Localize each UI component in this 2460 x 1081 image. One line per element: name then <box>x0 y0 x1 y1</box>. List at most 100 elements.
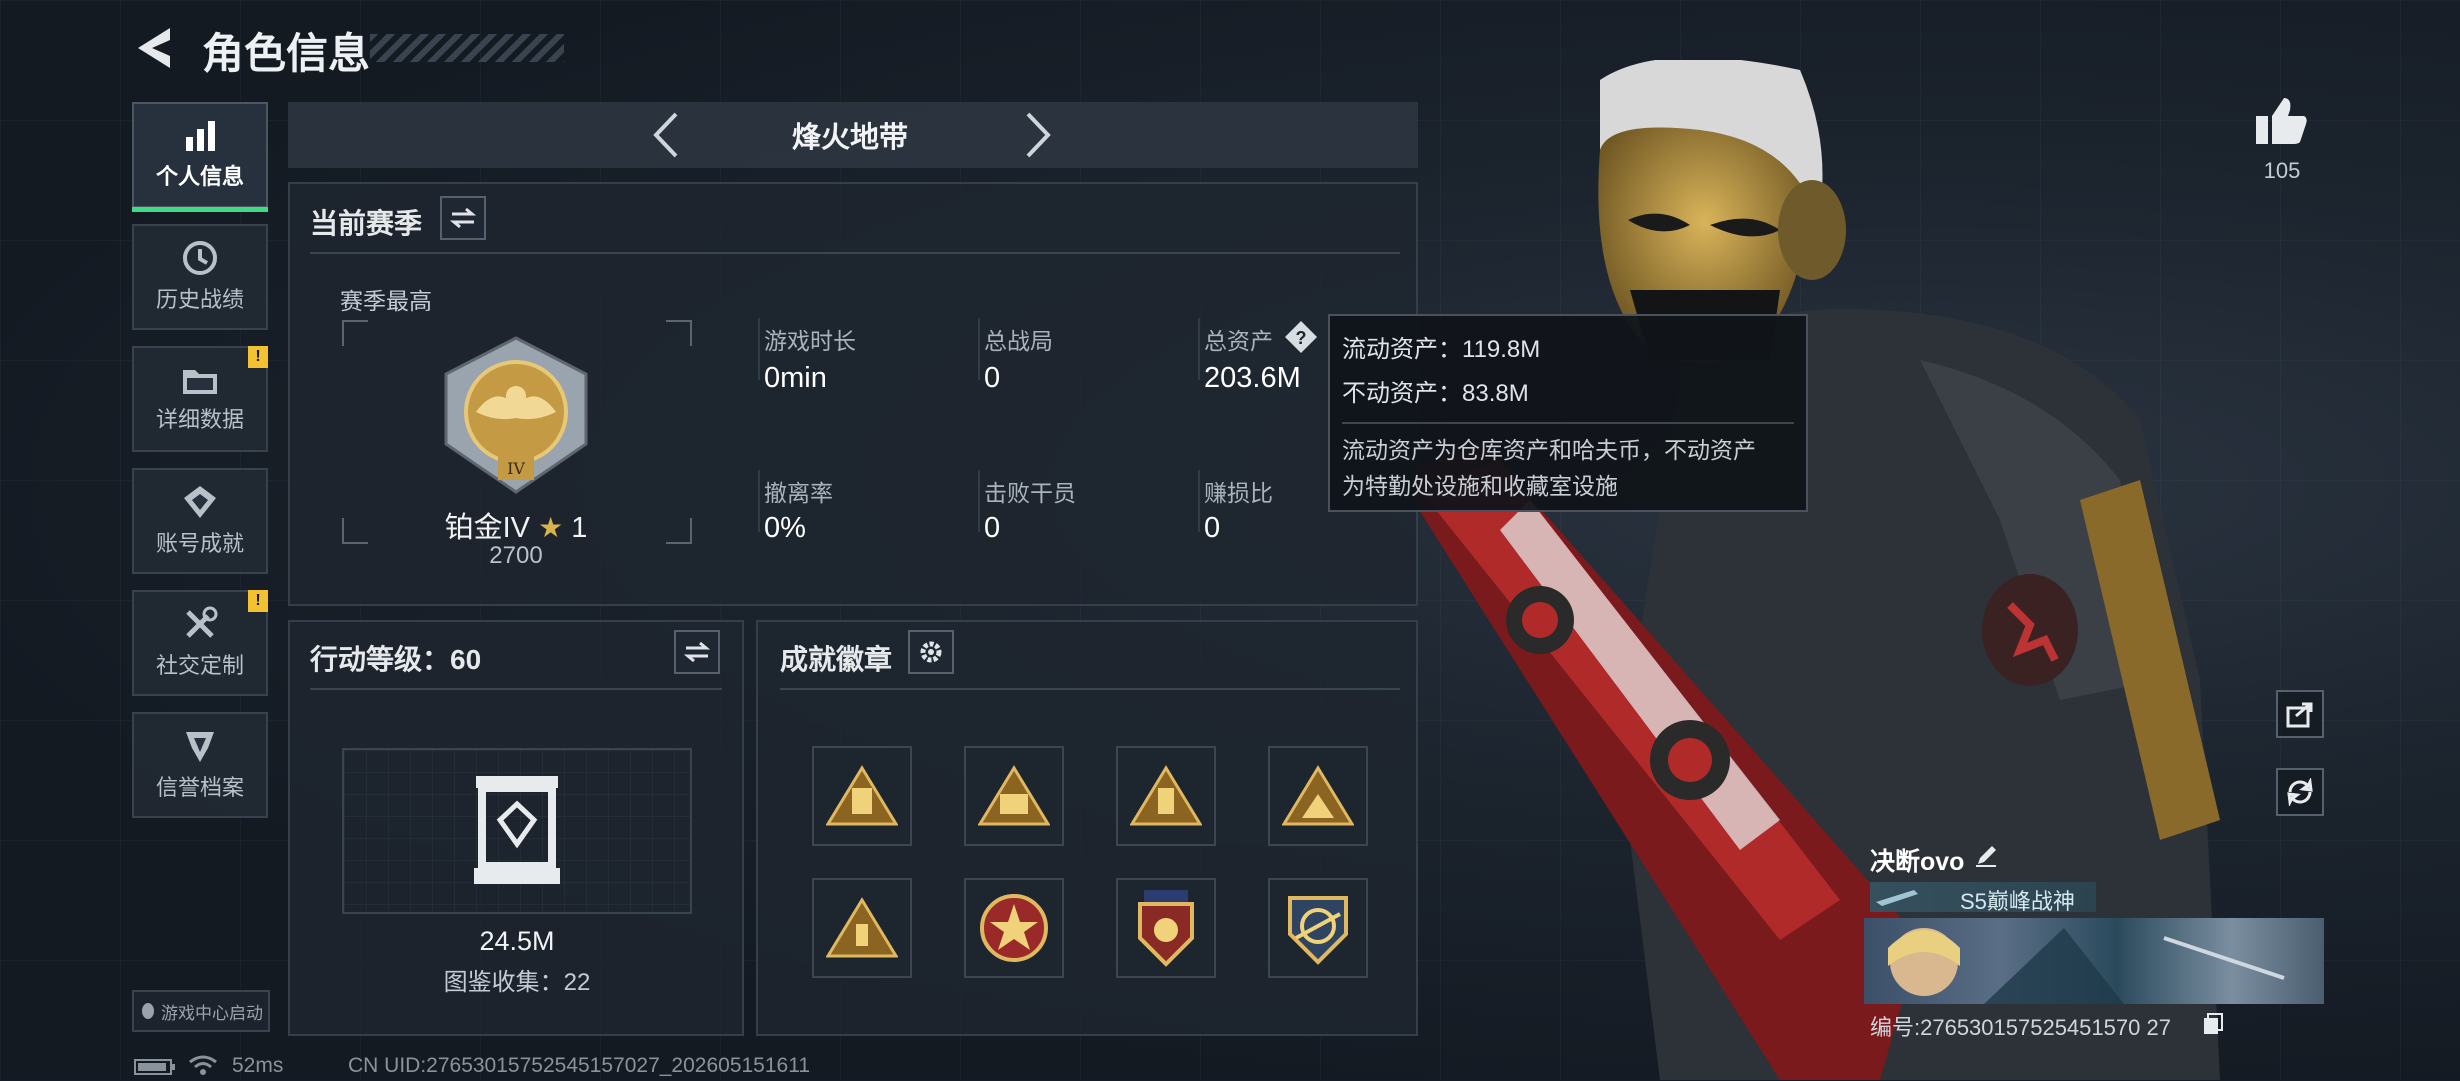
assets-desc-line2: 为特勤处设施和收藏室设施 <box>1342 473 1618 499</box>
sidebar-item-account-achievements[interactable]: 账号成就 <box>132 468 268 574</box>
stat-value-extract-rate: 0% <box>764 512 806 544</box>
mode-selector-label: 烽火地带 <box>791 122 908 154</box>
sidebar-item-label: 历史战绩 <box>155 287 244 312</box>
mode-next-button[interactable] <box>1024 110 1054 165</box>
swap-arrows-icon <box>684 641 710 663</box>
title-badge-text: S5巅峰战神 <box>1960 889 2075 914</box>
share-button[interactable] <box>2276 690 2324 738</box>
triangle-badge-icon <box>1282 765 1354 826</box>
chevron-left-icon <box>653 112 678 158</box>
achievement-badge[interactable] <box>1268 746 1368 846</box>
edit-name-button[interactable] <box>1974 844 1998 873</box>
back-button[interactable] <box>134 24 178 77</box>
achievements-title: 成就徽章 <box>780 644 893 675</box>
stat-divider <box>978 318 980 380</box>
thumbs-up-icon <box>2256 98 2307 144</box>
ping-text: 52ms <box>232 1054 284 1077</box>
assets-help-button[interactable]: ? <box>1284 320 1318 359</box>
shield-badge-icon <box>186 732 214 762</box>
frame-corner <box>666 320 692 346</box>
sidebar-item-history[interactable]: 历史战绩 <box>132 224 268 330</box>
platinum-rank-emblem-icon: IV <box>444 336 588 494</box>
sidebar-item-social-custom[interactable]: ! 社交定制 <box>132 590 268 696</box>
battery-indicator <box>134 1058 176 1081</box>
sniper-title-icon <box>1876 890 1918 906</box>
achievement-badge[interactable] <box>812 746 912 846</box>
mode-prev-button[interactable] <box>650 110 680 165</box>
season-divider <box>310 252 1400 254</box>
gear-icon <box>920 641 942 663</box>
stat-divider <box>1198 470 1200 532</box>
page-title: 角色信息 <box>202 30 371 77</box>
liquid-assets-text: 流动资产：119.8M <box>1342 336 1541 363</box>
fixed-assets-text: 不动资产：83.8M <box>1342 380 1529 407</box>
copy-id-button[interactable] <box>2202 1012 2224 1041</box>
collection-showcase[interactable] <box>470 774 564 891</box>
stat-label-profit-loss-ratio: 赚损比 <box>1204 480 1273 506</box>
stat-value-total-matches: 0 <box>984 362 1001 394</box>
achievements-divider <box>780 688 1400 690</box>
sidebar-item-personal-info[interactable]: 个人信息 <box>132 102 268 212</box>
action-level-switch-button[interactable] <box>674 630 720 674</box>
stat-value-profit-loss-ratio: 0 <box>1204 512 1221 544</box>
achievement-badge[interactable] <box>1116 878 1216 978</box>
like-button[interactable] <box>2254 96 2308 151</box>
achievements-settings-button[interactable] <box>908 630 954 674</box>
sidebar-item-credit-record[interactable]: 信誉档案 <box>132 712 268 818</box>
achievement-badge[interactable] <box>1116 746 1216 846</box>
battery-icon <box>134 1059 175 1075</box>
question-icon: ? <box>1285 321 1317 353</box>
rank-stars: 1 <box>571 512 588 544</box>
assets-tooltip: 流动资产：119.8M 不动资产：83.8M 流动资产为仓库资产和哈夫币，不动资… <box>1328 314 1808 512</box>
action-level-divider <box>310 688 722 690</box>
sidebar-item-label: 账号成就 <box>155 531 244 556</box>
tools-icon <box>186 606 218 638</box>
rotate-button[interactable] <box>2276 768 2324 816</box>
alert-badge: ! <box>248 590 268 612</box>
title-badge: S5巅峰战神 <box>1870 882 2096 914</box>
achievement-badge[interactable] <box>1268 878 1368 978</box>
swap-arrows-icon <box>450 207 476 229</box>
game-center-launch-button[interactable]: 游戏中心启动 <box>132 990 270 1032</box>
rank-score: 2700 <box>489 542 543 569</box>
achievement-badge[interactable] <box>812 878 912 978</box>
stat-value-playtime: 0min <box>764 362 827 394</box>
title-decoration <box>370 34 564 62</box>
triangle-badge-icon <box>826 765 898 826</box>
qq-penguin-icon <box>142 1003 154 1019</box>
stat-label-operators-defeated: 击败干员 <box>984 480 1076 506</box>
uid-text: CN UID:27653015752545157027_202605151611 <box>348 1054 811 1077</box>
pencil-icon <box>1976 846 1996 867</box>
shield-medal-icon <box>1138 890 1194 967</box>
wifi-icon <box>189 1055 217 1075</box>
stat-divider <box>1198 318 1200 380</box>
sidebar-item-detailed-data[interactable]: ! 详细数据 <box>132 346 268 452</box>
history-clock-icon <box>183 241 217 275</box>
stat-value-operators-defeated: 0 <box>984 512 1001 544</box>
achievement-badge[interactable] <box>964 746 1064 846</box>
frame-corner <box>342 320 368 346</box>
alert-badge: ! <box>248 346 268 368</box>
stat-divider <box>758 470 760 532</box>
sidebar-item-label: 信誉档案 <box>155 775 244 800</box>
rank-name-row: 铂金IV ★ 1 <box>438 504 594 546</box>
triangle-badge-icon <box>1130 765 1202 826</box>
triangle-badge-icon <box>826 897 898 958</box>
folder-icon <box>183 370 217 394</box>
stat-label-extract-rate: 撤离率 <box>764 480 833 506</box>
stat-label-playtime: 游戏时长 <box>764 328 856 354</box>
achievement-badge[interactable] <box>964 878 1064 978</box>
star-medal-icon <box>980 894 1048 962</box>
stat-divider <box>978 470 980 532</box>
frame-corner <box>342 518 368 544</box>
sidebar-item-label: 社交定制 <box>155 653 244 678</box>
rank-emblem: IV <box>436 334 596 501</box>
season-switch-button[interactable] <box>440 196 486 240</box>
chevron-right-icon <box>1026 112 1051 158</box>
season-title: 当前赛季 <box>310 208 423 239</box>
wifi-indicator <box>188 1054 218 1081</box>
game-center-label: 游戏中心启动 <box>161 1003 263 1023</box>
banner-artwork-icon <box>1888 928 2285 1004</box>
star-icon: ★ <box>538 512 564 543</box>
frame-corner <box>666 518 692 544</box>
